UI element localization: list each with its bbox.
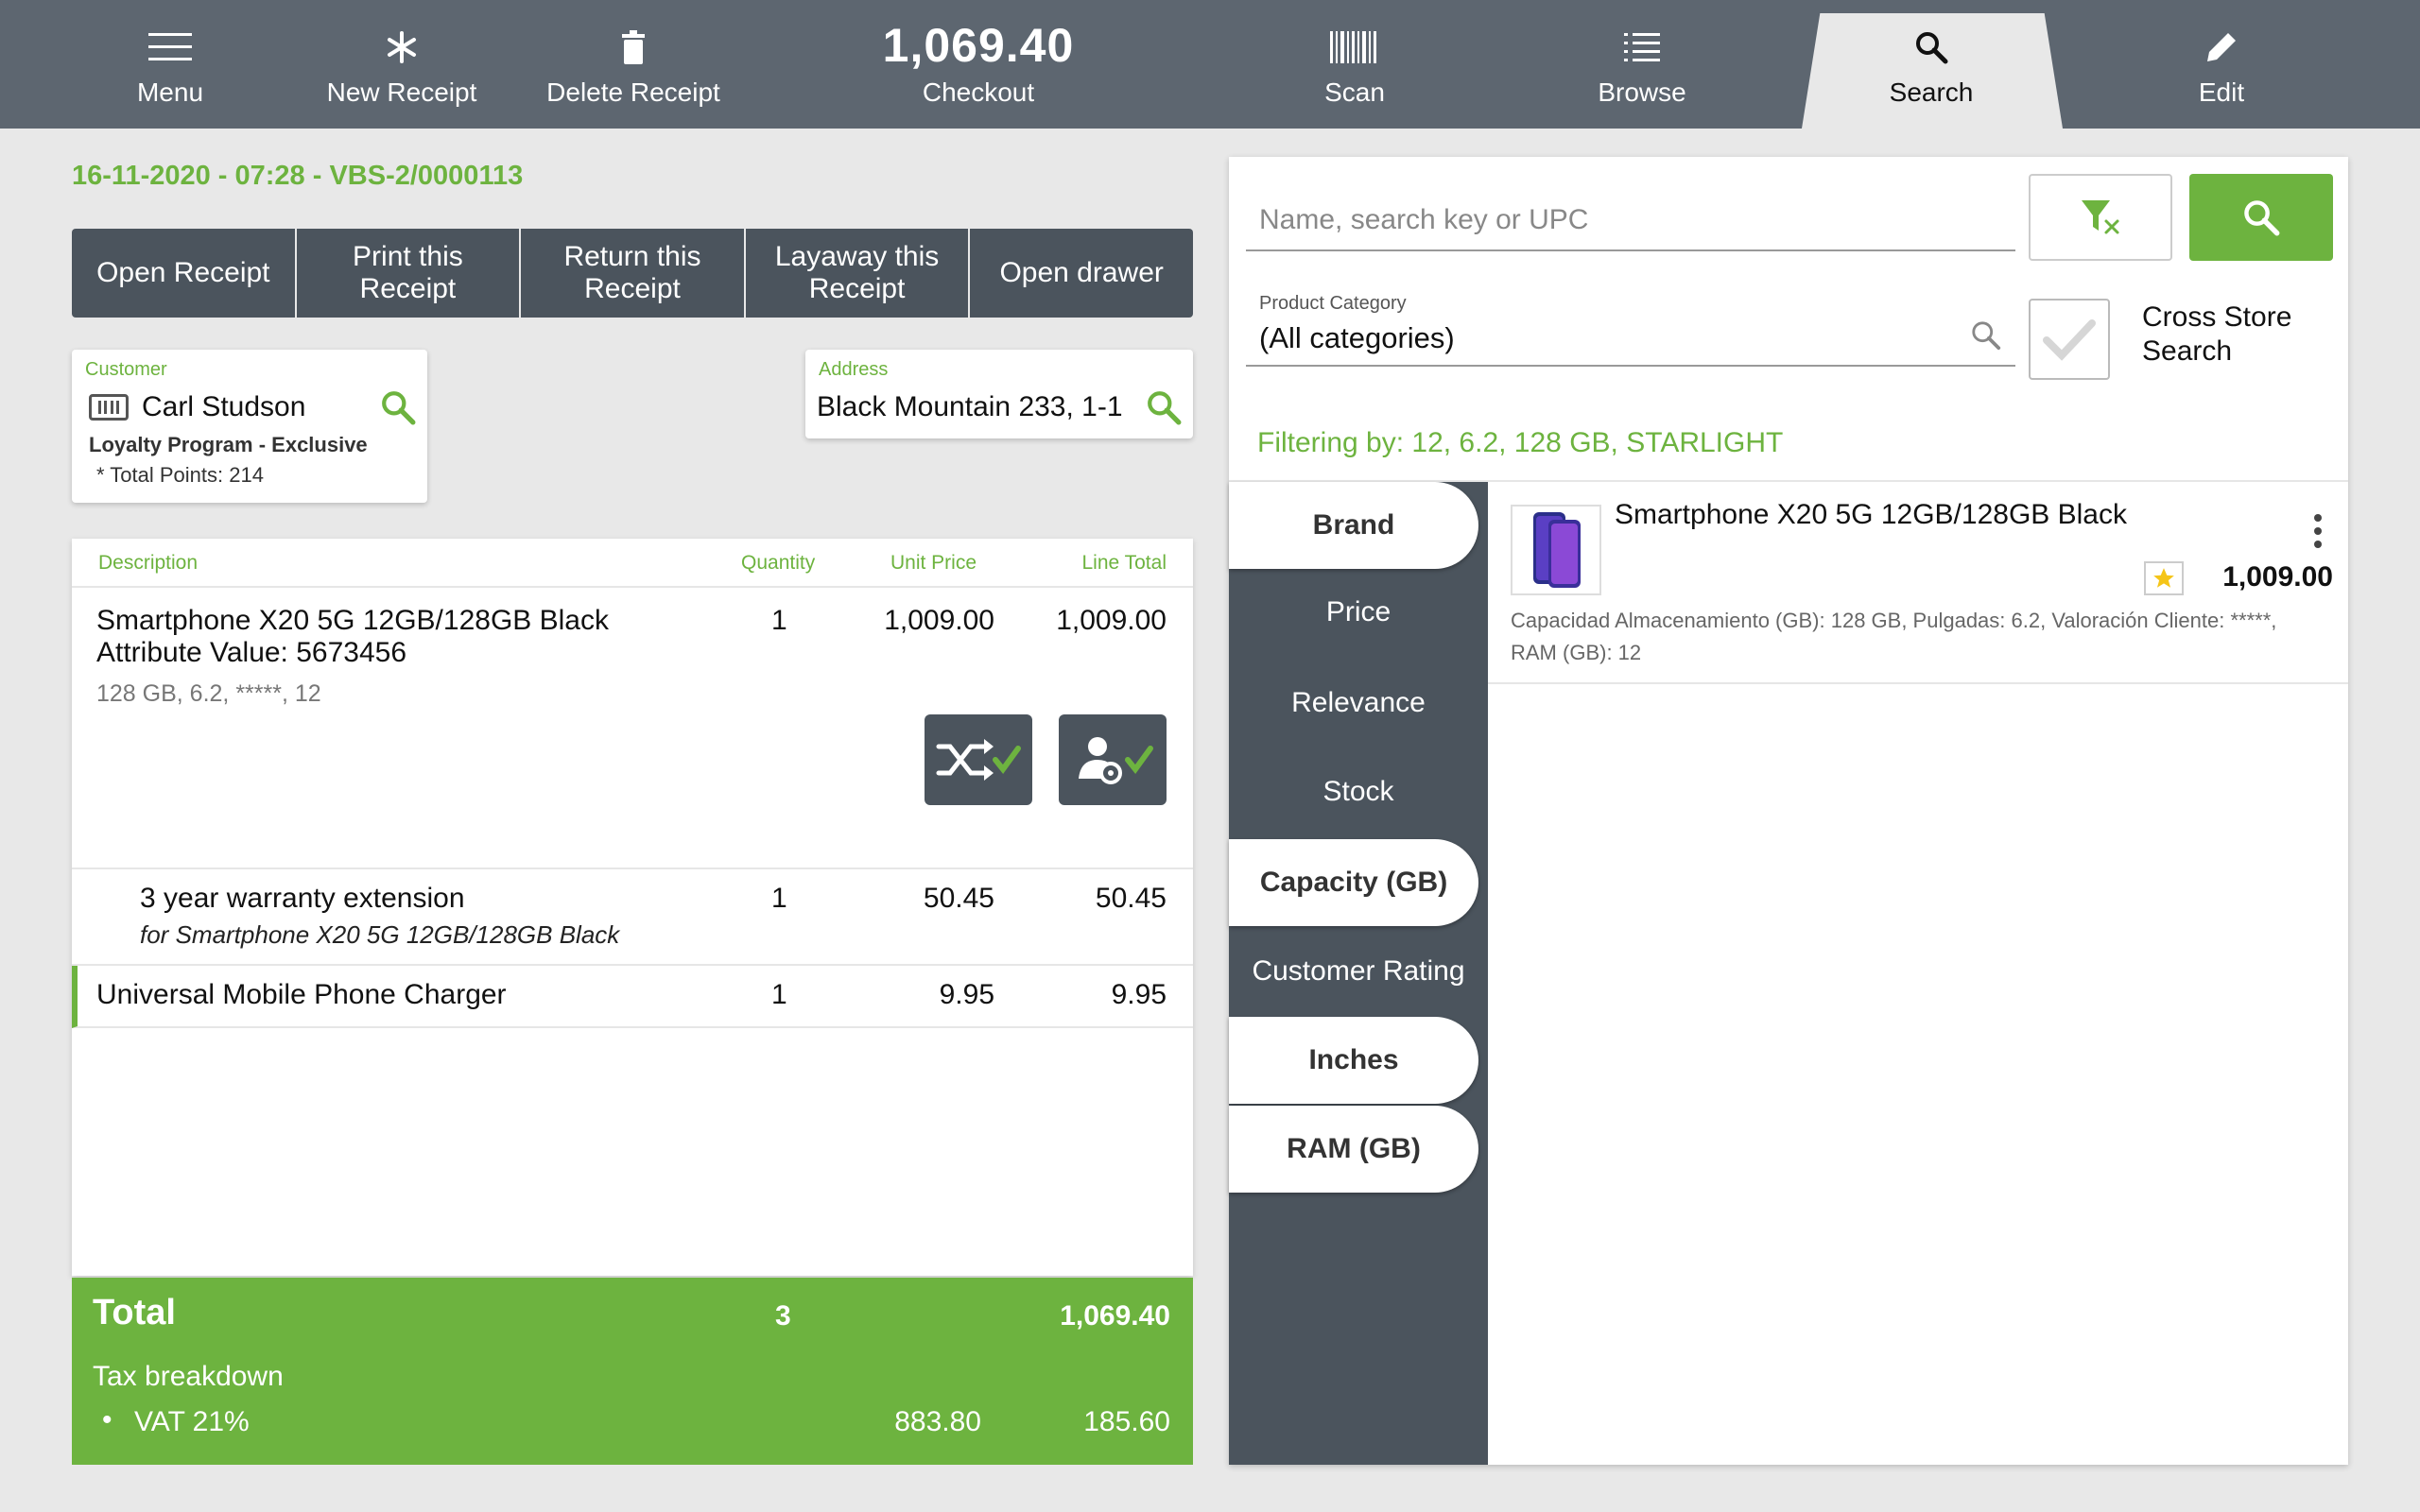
totals-panel[interactable]: Total 3 1,069.40 Tax breakdown • VAT 21%… <box>72 1278 1193 1465</box>
delete-receipt-button[interactable]: Delete Receipt <box>539 0 728 129</box>
table-row-selected[interactable]: Universal Mobile Phone Charger 1 9.95 9.… <box>72 966 1193 1028</box>
facet-customer-rating[interactable]: Customer Rating <box>1229 928 1488 1015</box>
clear-filters-button[interactable] <box>2029 174 2172 261</box>
table-row[interactable]: Smartphone X20 5G 12GB/128GB Black Attri… <box>72 588 1193 869</box>
facet-stock[interactable]: Stock <box>1229 748 1488 835</box>
search-panel: Name, search key or UPC Product Category… <box>1229 157 2348 1465</box>
barcode-icon <box>1330 26 1379 68</box>
loyalty-card-icon <box>89 394 129 421</box>
table-row[interactable]: 3 year warranty extension for Smartphone… <box>72 869 1193 966</box>
product-thumbnail <box>1511 505 1601 595</box>
total-label: Total <box>93 1293 176 1332</box>
col-line-total: Line Total <box>1081 552 1167 574</box>
vat-net: 883.80 <box>894 1406 981 1437</box>
customer-card[interactable]: Customer Carl Studson Loyalty Program - … <box>72 350 427 503</box>
customer-search-icon[interactable] <box>380 389 416 425</box>
address-card[interactable]: Address Black Mountain 233, 1-1 <box>805 350 1193 438</box>
browse-button[interactable]: Browse <box>1573 0 1711 129</box>
product-price: 1,009.00 <box>2222 561 2333 593</box>
assign-service-button[interactable] <box>1059 714 1167 805</box>
asterisk-icon <box>385 26 419 68</box>
loyalty-points: * Total Points: 214 <box>96 463 264 487</box>
vat-bullet: • <box>102 1404 112 1435</box>
vat-label: VAT 21% <box>134 1406 250 1437</box>
product-category-select[interactable]: Product Category (All categories) <box>1246 293 2015 367</box>
facet-inches[interactable]: Inches <box>1229 1017 1478 1104</box>
address-search-icon[interactable] <box>1146 389 1182 425</box>
lines-header: Description Quantity Unit Price Line Tot… <box>72 539 1193 588</box>
star-icon[interactable] <box>2144 561 2184 595</box>
product-name: Smartphone X20 5G 12GB/128GB Black <box>1615 499 2127 530</box>
filtering-by: Filtering by: 12, 6.2, 128 GB, STARLIGHT <box>1257 427 1784 458</box>
vat-amount: 185.60 <box>1083 1406 1170 1437</box>
filter-clear-icon <box>2082 200 2119 234</box>
layaway-receipt-button[interactable]: Layaway this Receipt <box>746 229 971 318</box>
open-drawer-button[interactable]: Open drawer <box>970 229 1193 318</box>
replace-product-button[interactable] <box>925 714 1032 805</box>
facet-brand[interactable]: Brand <box>1229 482 1478 569</box>
facet-sidebar: Brand Price Relevance Stock Capacity (GB… <box>1229 482 1488 1465</box>
technician-check-icon <box>1079 737 1153 784</box>
col-description: Description <box>98 552 199 574</box>
product-attributes: Capacidad Almacenamiento (GB): 128 GB, P… <box>1511 609 2277 664</box>
total-amount: 1,069.40 <box>1060 1300 1170 1332</box>
search-icon <box>2244 200 2280 236</box>
checkout-button[interactable]: 1,069.40 Checkout <box>860 0 1097 129</box>
facet-price[interactable]: Price <box>1229 569 1488 656</box>
checkout-amount: 1,069.40 <box>882 19 1075 72</box>
top-toolbar: Menu New Receipt Delete Receipt 1,069.40… <box>0 0 2420 129</box>
category-search-icon[interactable] <box>1970 319 2002 352</box>
total-quantity: 3 <box>775 1300 791 1332</box>
trash-icon <box>620 26 647 68</box>
facet-ram[interactable]: RAM (GB) <box>1229 1106 1478 1193</box>
pencil-icon <box>2205 26 2238 68</box>
shuffle-check-icon <box>936 739 1021 781</box>
customer-caption: Customer <box>85 359 167 380</box>
col-quantity: Quantity <box>741 552 816 574</box>
search-button[interactable] <box>2189 174 2333 261</box>
new-receipt-button[interactable]: New Receipt <box>312 0 492 129</box>
print-receipt-button[interactable]: Print this Receipt <box>297 229 522 318</box>
facet-capacity[interactable]: Capacity (GB) <box>1229 839 1478 926</box>
more-options-icon[interactable] <box>2314 514 2324 548</box>
loyalty-program: Loyalty Program - Exclusive <box>89 433 368 456</box>
cross-store-label: Cross Store Search <box>2142 301 2292 367</box>
tax-breakdown-label: Tax breakdown <box>93 1361 284 1392</box>
receipt-lines: Description Quantity Unit Price Line Tot… <box>72 539 1193 1276</box>
check-icon <box>2043 319 2096 361</box>
facet-relevance[interactable]: Relevance <box>1229 660 1488 747</box>
col-unit-price: Unit Price <box>890 552 977 574</box>
receipt-header: 16-11-2020 - 07:28 - VBS-2/0000113 <box>72 161 524 191</box>
receipt-actions: Open Receipt Print this Receipt Return t… <box>72 229 1193 318</box>
hamburger-icon <box>148 26 192 68</box>
edit-button[interactable]: Edit <box>2165 0 2278 129</box>
list-item[interactable]: Smartphone X20 5G 12GB/128GB Black 1,009… <box>1488 482 2348 684</box>
menu-button[interactable]: Menu <box>95 0 246 129</box>
list-icon <box>1624 26 1660 68</box>
search-icon <box>1914 26 1948 68</box>
cross-store-checkbox[interactable] <box>2029 299 2110 380</box>
scan-button[interactable]: Scan <box>1295 0 1414 129</box>
address-value: Black Mountain 233, 1-1 <box>817 391 1123 422</box>
search-input[interactable]: Name, search key or UPC <box>1246 174 2015 251</box>
customer-name: Carl Studson <box>89 391 305 423</box>
open-receipt-button[interactable]: Open Receipt <box>72 229 297 318</box>
address-caption: Address <box>819 359 889 380</box>
return-receipt-button[interactable]: Return this Receipt <box>521 229 746 318</box>
tab-search[interactable]: Search <box>1862 0 2000 129</box>
